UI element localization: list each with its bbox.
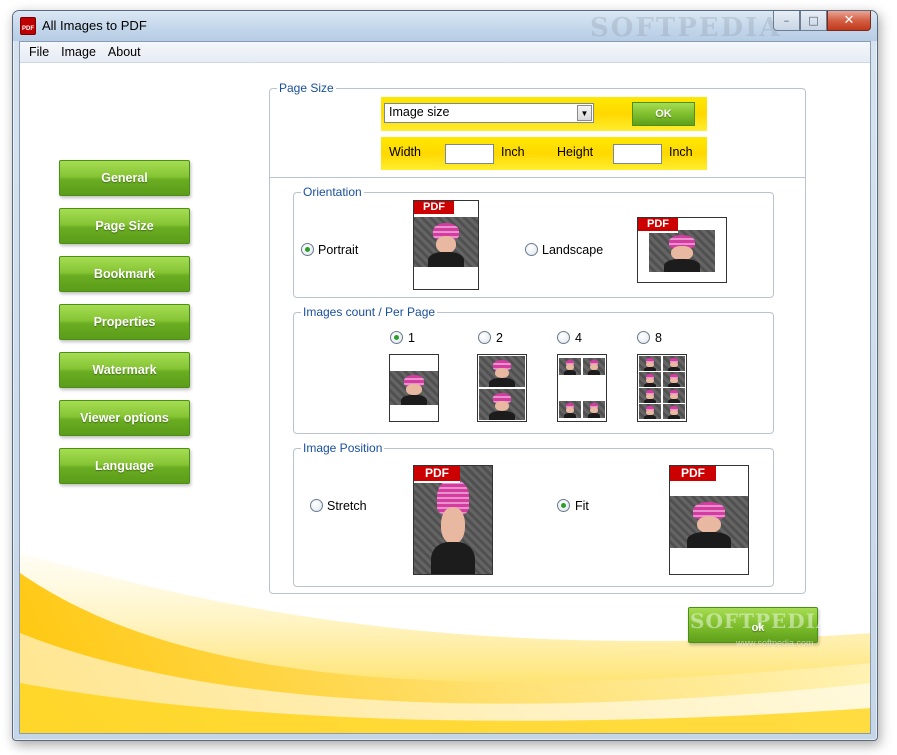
height-label: Height [557,145,594,159]
count-8-photo-8 [663,404,685,419]
count-1-radio[interactable] [390,331,403,344]
app-pdf-icon: PDF [20,17,36,35]
count-8-photo-1 [639,356,661,371]
count-8-preview [637,354,687,422]
window-controls: – □ ✕ [773,11,871,31]
width-label: Width [389,145,421,159]
stretch-pdf-tag: PDF [414,466,460,483]
landscape-pdf-tag: PDF [638,218,678,233]
fit-label[interactable]: Fit [575,499,589,513]
portrait-label[interactable]: Portrait [318,243,358,257]
maximize-button[interactable]: □ [800,11,827,31]
softpedia-watermark-bottom: SOFTPEDIA [690,609,833,633]
count-1-photo [390,371,438,405]
minimize-icon: – [783,14,790,27]
menu-image[interactable]: Image [55,45,102,59]
image-position-legend: Image Position [301,441,385,455]
stretch-label[interactable]: Stretch [327,499,367,513]
fit-pdf-tag: PDF [670,466,716,483]
maximize-icon: □ [808,14,819,27]
images-count-group: Images count / Per Page [293,305,774,434]
count-4-photo-d [583,401,605,418]
count-8-photo-5 [639,388,661,403]
landscape-preview: PDF [637,217,727,283]
landscape-label[interactable]: Landscape [542,243,603,257]
count-8-photo-3 [639,372,661,387]
sidebar-item-viewer-options[interactable]: Viewer options [59,400,190,436]
count-4-photo-b [583,358,605,375]
window-title: All Images to PDF [42,18,147,33]
stretch-preview: PDF [413,465,493,575]
page-size-select[interactable]: Image size ▼ [384,103,594,123]
count-4-photo-c [559,401,581,418]
count-2-photo-a [479,356,525,387]
count-2-radio[interactable] [478,331,491,344]
page-size-legend: Page Size [277,81,336,95]
client-area: File Image About General Page Size Bookm… [19,41,871,734]
sidebar-item-bookmark[interactable]: Bookmark [59,256,190,292]
count-8-photo-4 [663,372,685,387]
app-window: PDF All Images to PDF SOFTPEDIA – □ ✕ Fi… [12,10,878,741]
count-4-label[interactable]: 4 [575,331,582,345]
count-2-label[interactable]: 2 [496,331,503,345]
height-field[interactable] [613,144,662,164]
count-1-preview [389,354,439,422]
minimize-button[interactable]: – [773,11,800,31]
portrait-pdf-tag: PDF [414,201,454,216]
app-icon-text: PDF [22,26,34,32]
landscape-radio[interactable] [525,243,538,256]
count-4-preview [557,354,607,422]
sidebar-item-general[interactable]: General [59,160,190,196]
portrait-preview: PDF [413,200,479,290]
orientation-legend: Orientation [301,185,364,199]
page-size-ok-button[interactable]: OK [632,102,695,126]
width-unit-label: Inch [501,145,525,159]
fit-photo [670,496,748,548]
close-icon: ✕ [843,13,855,28]
count-8-radio[interactable] [637,331,650,344]
page-size-select-value: Image size [389,105,450,119]
softpedia-watermark-top: SOFTPEDIA [590,13,782,43]
menu-file[interactable]: File [23,45,55,59]
count-2-preview [477,354,527,422]
count-8-photo-7 [639,404,661,419]
count-8-photo-6 [663,388,685,403]
count-8-label[interactable]: 8 [655,331,662,345]
count-2-photo-b [479,389,525,420]
count-4-radio[interactable] [557,331,570,344]
width-field[interactable] [445,144,494,164]
softpedia-url-watermark: www.softpedia.com [736,638,814,648]
page-size-divider [269,177,806,178]
count-1-label[interactable]: 1 [408,331,415,345]
menu-about[interactable]: About [102,45,147,59]
stretch-radio[interactable] [310,499,323,512]
fit-preview: PDF [669,465,749,575]
close-button[interactable]: ✕ [827,11,871,31]
fit-radio[interactable] [557,499,570,512]
chevron-down-icon[interactable]: ▼ [577,105,592,121]
sidebar-item-properties[interactable]: Properties [59,304,190,340]
portrait-radio[interactable] [301,243,314,256]
landscape-photo [649,230,715,272]
sidebar-item-language[interactable]: Language [59,448,190,484]
images-count-legend: Images count / Per Page [301,305,438,319]
title-bar[interactable]: PDF All Images to PDF SOFTPEDIA – □ ✕ [13,11,877,43]
menu-bar: File Image About [20,42,870,63]
count-8-photo-2 [663,356,685,371]
sidebar-item-watermark[interactable]: Watermark [59,352,190,388]
portrait-photo [414,217,478,267]
count-4-photo-a [559,358,581,375]
sidebar-item-page-size[interactable]: Page Size [59,208,190,244]
height-unit-label: Inch [669,145,693,159]
